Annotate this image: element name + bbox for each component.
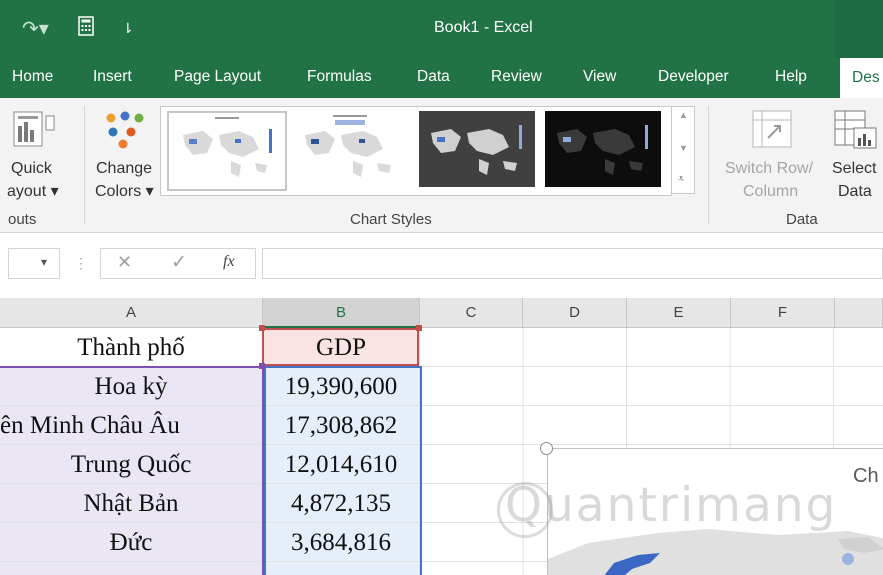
- cell-b1[interactable]: GDP: [263, 328, 420, 367]
- table-row-city[interactable]: Nhật Bản: [0, 484, 263, 523]
- title-bar: ↷▾ ⇂ Book1 - Excel: [0, 0, 835, 58]
- tab-view[interactable]: View: [583, 68, 616, 86]
- cell-a1[interactable]: Thành phố: [0, 328, 263, 367]
- tab-developer[interactable]: Developer: [658, 68, 729, 86]
- formula-bar: ▾ ⋮ ✕ ✓ fx: [0, 233, 883, 296]
- name-box-dropdown-icon[interactable]: ▾: [41, 255, 47, 269]
- switch-row-label-1[interactable]: Switch Row/: [725, 157, 813, 180]
- tab-review[interactable]: Review: [491, 68, 542, 86]
- change-colors-label-2[interactable]: Colors ▾: [95, 180, 154, 203]
- column-header-a[interactable]: A: [0, 298, 263, 328]
- gallery-scrollbar[interactable]: ▲ ▼ ⩡: [671, 106, 695, 194]
- tab-help[interactable]: Help: [775, 68, 807, 86]
- group-label-data: Data: [786, 211, 818, 228]
- watermark-text: Quantrimang: [505, 478, 838, 533]
- table-row-gdp[interactable]: 3,684,816: [263, 523, 420, 562]
- ribbon-tabs: Home Insert Page Layout Formulas Data Re…: [0, 58, 883, 98]
- cancel-icon[interactable]: ✕: [117, 252, 132, 273]
- chart-title[interactable]: Ch: [853, 465, 879, 488]
- gallery-down-icon[interactable]: ▼: [679, 143, 688, 153]
- tab-data[interactable]: Data: [417, 68, 450, 86]
- group-label-chart-styles: Chart Styles: [350, 211, 432, 228]
- formula-input[interactable]: [262, 248, 883, 279]
- table-row-gdp[interactable]: 4,872,135: [263, 484, 420, 523]
- column-header-b[interactable]: B: [263, 298, 420, 328]
- tab-insert[interactable]: Insert: [93, 68, 132, 86]
- switch-row-column-icon[interactable]: [752, 110, 794, 155]
- chart-style-3[interactable]: [419, 111, 539, 191]
- switch-row-label-2[interactable]: Column: [743, 180, 798, 203]
- tab-design[interactable]: Des: [840, 58, 883, 98]
- name-box[interactable]: ▾: [8, 248, 60, 279]
- chart-resize-handle[interactable]: [540, 442, 553, 455]
- insert-function-icon[interactable]: fx: [223, 253, 235, 271]
- quick-layout-label-2[interactable]: ayout ▾: [7, 180, 59, 203]
- selection-handle[interactable]: [259, 363, 265, 369]
- column-header-d[interactable]: D: [523, 298, 627, 328]
- table-row-city[interactable]: Đức: [0, 523, 263, 562]
- customize-qat-icon[interactable]: ⇂: [122, 20, 134, 37]
- watermark-logo-icon: [497, 482, 553, 538]
- tab-formulas[interactable]: Formulas: [307, 68, 372, 86]
- table-row-gdp[interactable]: 12,014,610: [263, 445, 420, 484]
- select-data-icon[interactable]: [834, 110, 878, 155]
- column-header-f[interactable]: F: [731, 298, 835, 328]
- quick-layout-icon[interactable]: [12, 110, 58, 155]
- column-header-g[interactable]: [835, 298, 883, 328]
- gallery-up-icon[interactable]: ▲: [679, 110, 688, 120]
- table-row-city[interactable]: Hoa kỳ: [0, 367, 263, 406]
- chart-style-2[interactable]: [293, 111, 413, 191]
- table-row-gdp[interactable]: 19,390,600: [263, 367, 420, 406]
- table-row-gdp[interactable]: [263, 562, 420, 575]
- select-data-label-2[interactable]: Data: [838, 180, 872, 203]
- excel-window: ↷▾ ⇂ Book1 - Excel Home Insert Page Layo…: [0, 0, 883, 575]
- ribbon: Quick ayout ▾ Change Colors ▾ ▲ ▼ ⩡ Swit…: [0, 98, 883, 233]
- selection-handle[interactable]: [416, 325, 422, 331]
- enter-icon[interactable]: ✓: [171, 251, 187, 274]
- ribbon-separator: [84, 106, 85, 224]
- table-row-city[interactable]: ên Minh Châu Âu: [0, 406, 263, 445]
- calculator-icon[interactable]: [78, 16, 94, 42]
- chart-style-1[interactable]: [167, 111, 287, 191]
- quick-layout-label-1[interactable]: Quick: [11, 157, 52, 180]
- table-row-gdp[interactable]: 17,308,862: [263, 406, 420, 445]
- formula-buttons: ✕ ✓ fx: [100, 248, 256, 279]
- table-row-city[interactable]: Trung Quốc: [0, 445, 263, 484]
- ribbon-separator: [708, 106, 709, 224]
- change-colors-icon[interactable]: [103, 110, 147, 155]
- window-title: Book1 - Excel: [434, 19, 533, 36]
- chart-styles-gallery: [160, 106, 672, 196]
- redo-icon[interactable]: ↷▾: [22, 16, 49, 41]
- tab-home[interactable]: Home: [12, 68, 53, 86]
- column-header-c[interactable]: C: [420, 298, 523, 328]
- grip-icon[interactable]: ⋮: [74, 255, 88, 272]
- title-bar-controls: [835, 0, 883, 58]
- group-label-layouts: outs: [8, 211, 37, 228]
- gallery-more-icon[interactable]: ⩡: [678, 173, 684, 186]
- table-row-city[interactable]: [0, 562, 263, 575]
- selection-handle[interactable]: [259, 325, 265, 331]
- select-data-label-1[interactable]: Select: [832, 157, 876, 180]
- chart-style-4[interactable]: [545, 111, 665, 191]
- tab-page-layout[interactable]: Page Layout: [174, 68, 261, 86]
- change-colors-label-1[interactable]: Change: [96, 157, 152, 180]
- column-header-e[interactable]: E: [627, 298, 731, 328]
